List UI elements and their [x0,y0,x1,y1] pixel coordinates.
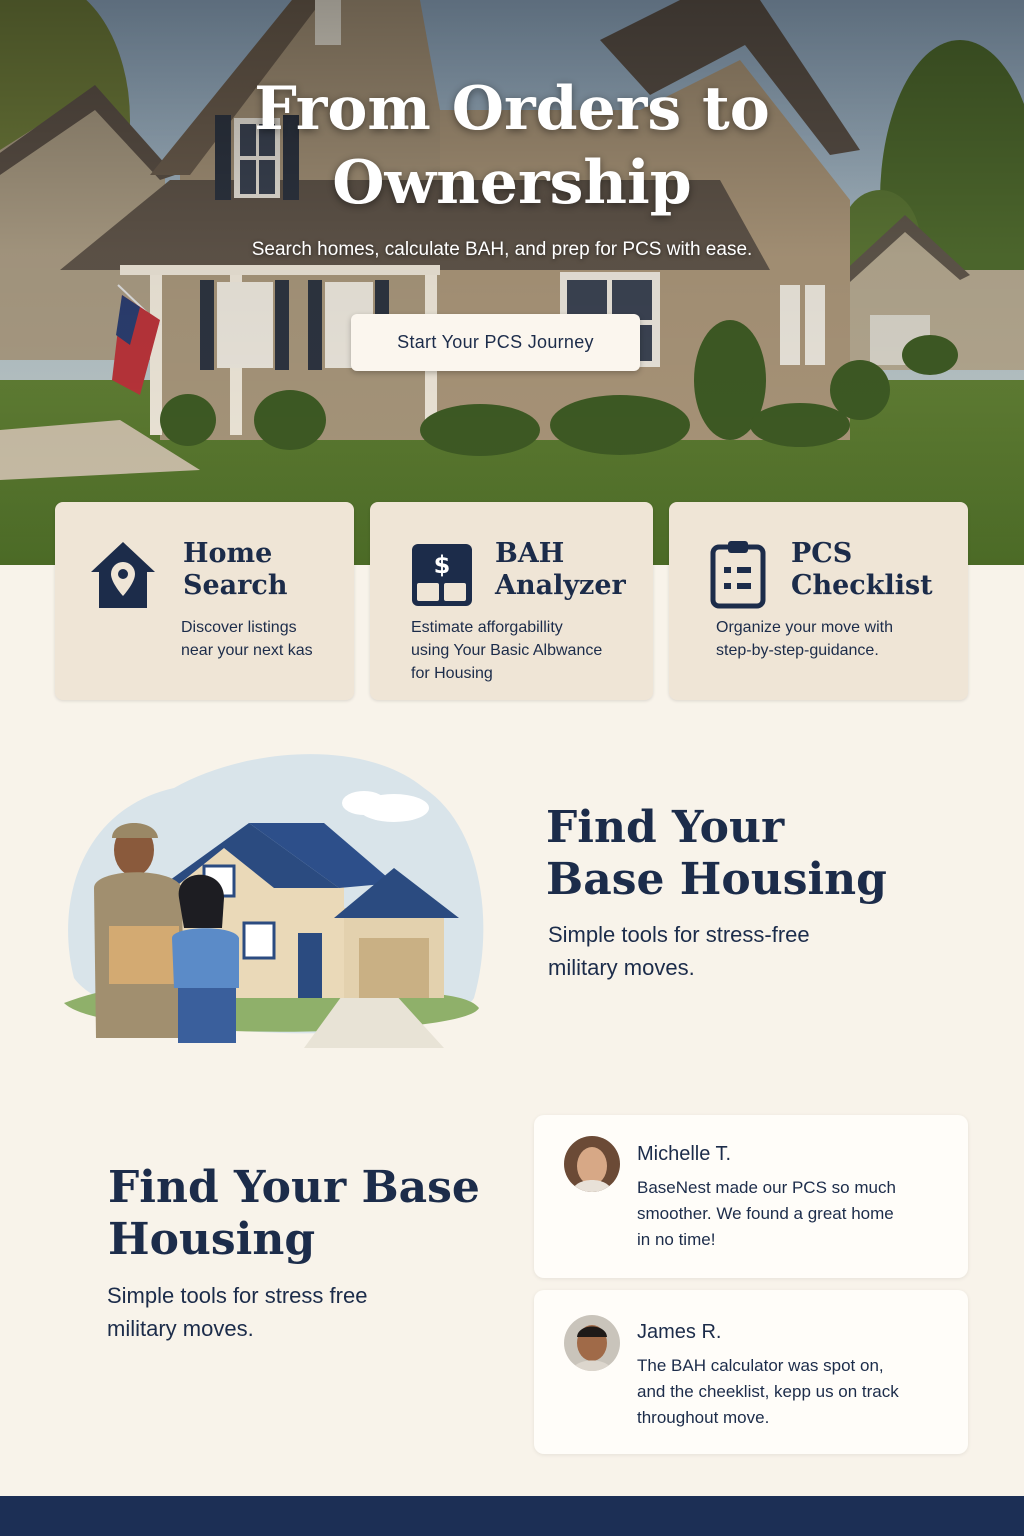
find-housing-subtitle-line: military moves. [107,1316,254,1341]
house-pin-icon [91,542,155,608]
hero-title: From Orders to Ownership [0,72,1024,220]
feature-card-bah-analyzer[interactable]: $ BAH Analyzer Estimate afforgabillity u… [370,502,653,700]
find-housing-title: Find Your Base Housing [546,802,887,906]
feature-title-line: Analyzer [495,570,626,601]
testimonial-name: Michelle T. [637,1143,732,1165]
feature-title: Home Search [183,538,287,602]
find-housing-title-line: Housing [108,1214,316,1265]
feature-desc-line: Organize your move with [716,619,893,636]
hero-title-line-2: Ownership [332,148,692,218]
testimonial-quote-line: in no time! [637,1230,716,1249]
feature-description: Discover listings near your next kas [181,616,313,662]
testimonial-quote: BaseNest made our PCS so much smoother. … [637,1175,947,1253]
find-housing-title-line: Find Your Base [108,1162,480,1213]
feature-title-line: Checklist [791,570,933,601]
feature-card-home-search[interactable]: Home Search Discover listings near your … [55,502,354,700]
find-housing-title-line: Base Housing [546,854,887,905]
feature-title: PCS Checklist [791,538,933,602]
testimonial-quote: The BAH calculator was spot on, and the … [637,1353,947,1431]
family-house-illustration [64,754,484,1048]
feature-card-pcs-checklist[interactable]: PCS Checklist Organize your move with st… [669,502,968,700]
avatar [564,1315,620,1371]
feature-title-line: PCS [791,538,853,569]
calculator-dollar-icon: $ [412,544,472,606]
testimonial-quote-line: throughout move. [637,1408,770,1427]
feature-title-line: Home [183,538,273,569]
find-housing-subtitle-line: Simple tools for stress free [107,1283,368,1308]
find-housing-subtitle-line: Simple tools for stress-free [548,922,810,947]
avatar [564,1136,620,1192]
feature-desc-line: using Your Basic Albwance [411,642,603,659]
find-housing-subtitle-line: military moves. [548,955,695,980]
find-housing-subtitle-secondary: Simple tools for stress free military mo… [107,1279,367,1345]
testimonial-quote-line: BaseNest made our PCS so much [637,1178,896,1197]
feature-desc-line: step-by-step-guidance. [716,642,879,659]
feature-desc-line: Estimate afforgabillity [411,619,563,636]
feature-title-line: Search [183,570,288,601]
testimonial-quote-line: and the cheeklist, kepp us on track [637,1382,899,1401]
testimonial-quote-line: The BAH calculator was spot on, [637,1356,884,1375]
testimonial-name: James R. [637,1321,722,1343]
feature-title-line: BAH [495,538,565,569]
testimonial-card: Michelle T. BaseNest made our PCS so muc… [534,1115,968,1278]
hero-subtitle: Search homes, calculate BAH, and prep fo… [251,239,753,260]
clipboard-checklist-icon [710,541,766,609]
hero-section: From Orders to Ownership Search homes, c… [0,0,1024,565]
feature-description: Organize your move with step-by-step-gui… [716,616,893,662]
hero-title-line-1: From Orders to [254,74,770,144]
start-pcs-journey-button[interactable]: Start Your PCS Journey [351,314,640,371]
feature-desc-line: for Housing [411,665,493,682]
feature-title: BAH Analyzer [495,538,626,602]
testimonial-card: James R. The BAH calculator was spot on,… [534,1290,968,1454]
find-housing-title-line: Find Your [546,802,785,853]
svg-text:$: $ [434,551,451,579]
footer-bar [0,1496,1024,1536]
feature-desc-line: near your next kas [181,642,313,659]
testimonial-quote-line: smoother. We found a great home [637,1204,894,1223]
find-housing-title-secondary: Find Your Base Housing [108,1162,480,1266]
feature-desc-line: Discover listings [181,619,297,636]
feature-description: Estimate afforgabillity using Your Basic… [411,616,602,685]
find-housing-subtitle: Simple tools for stress-free military mo… [548,918,810,984]
